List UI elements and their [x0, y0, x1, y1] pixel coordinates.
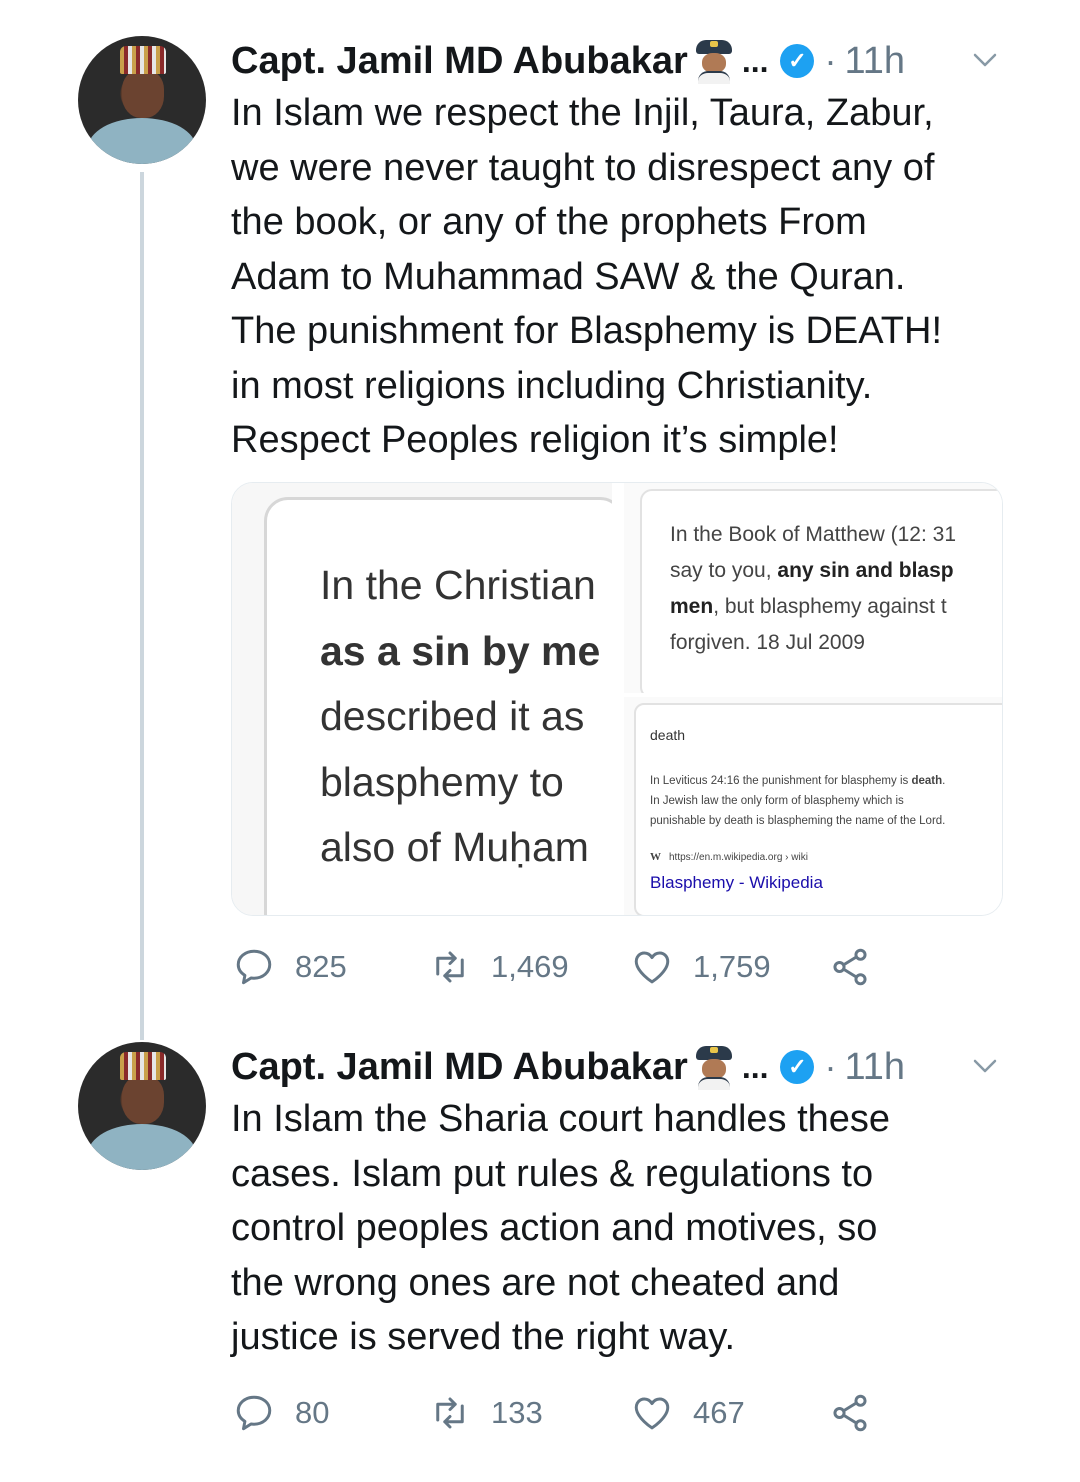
- tweet-actions: 825 1,469 1,759: [231, 942, 931, 992]
- image-text-line: blasphemy to: [320, 758, 564, 805]
- like-button[interactable]: 467: [631, 1388, 745, 1438]
- like-count: 1,759: [693, 949, 771, 984]
- image-link-text: Blasphemy - Wikipedia: [650, 873, 823, 892]
- like-count: 467: [693, 1395, 745, 1430]
- name-truncation: ...: [741, 1048, 769, 1085]
- image-text-line: as a sin by me: [320, 627, 601, 674]
- image-text-line: In Jewish law the only form of blasphemy…: [650, 795, 904, 807]
- separator-dot: ·: [824, 40, 837, 81]
- image-text-line: men, but blasphemy against t: [670, 595, 947, 618]
- share-icon: [833, 1394, 867, 1432]
- image-text-line: punishable by death is blaspheming the n…: [650, 815, 946, 827]
- tweet-text-line: In Islam the Sharia court handles these: [231, 1098, 891, 1140]
- reply-count: 80: [295, 1395, 330, 1430]
- name-truncation: ...: [741, 42, 769, 79]
- tweet-text-line: Respect Peoples religion it’s simple!: [231, 419, 839, 461]
- tweet-header: Capt. Jamil MD Abubakar ... ✓ · 11h: [231, 36, 905, 86]
- chevron-down-icon[interactable]: [970, 45, 1000, 75]
- verified-badge-icon: ✓: [780, 1050, 815, 1084]
- image-text-line: say to you, any sin and blasp: [670, 559, 954, 582]
- image-text-line: described it as: [320, 693, 585, 739]
- heart-icon: [634, 1397, 670, 1430]
- heart-icon: [634, 951, 670, 984]
- tweet-text-line: cases. Islam put rules & regulations to: [231, 1152, 874, 1195]
- reply-icon: [236, 1395, 272, 1431]
- tweet-text-line: Adam to Muhammad SAW & the Quran.: [231, 255, 906, 298]
- thread-connector-line: [140, 172, 144, 1040]
- tweet-header: Capt. Jamil MD Abubakar ... ✓ · 11h: [231, 1042, 905, 1092]
- pilot-emoji-icon: [692, 1044, 736, 1090]
- image-source: Whttps://en.m.wikipedia.org › wiki: [650, 851, 808, 863]
- image-heading: death: [650, 727, 686, 743]
- tweet-text-line: we were never taught to disrespect any o…: [231, 146, 935, 189]
- tweet-text-line: The punishment for Blasphemy is DEATH!: [231, 310, 943, 352]
- reply-button[interactable]: 825: [233, 942, 347, 992]
- image-text-line: In the Book of Matthew (12: 31: [670, 523, 957, 546]
- retweet-icon: [436, 951, 464, 983]
- tweet-text-line: control peoples action and motives, so: [231, 1207, 878, 1249]
- retweet-button[interactable]: 1,469: [429, 942, 569, 992]
- avatar[interactable]: [78, 36, 206, 164]
- tweet-actions: 80 133 467: [231, 1388, 931, 1438]
- share-button[interactable]: [829, 942, 871, 992]
- retweet-icon: [436, 1397, 464, 1429]
- retweet-button[interactable]: 133: [429, 1388, 543, 1438]
- separator-dot: ·: [824, 1046, 837, 1087]
- tweet-text: In Islam the Sharia court handles these …: [231, 1092, 1021, 1365]
- verified-badge-icon: ✓: [780, 44, 815, 78]
- tweet-text: In Islam we respect the Injil, Taura, Za…: [231, 86, 1021, 468]
- tweet-text-line: the book, or any of the prophets From: [231, 201, 867, 243]
- reply-icon: [236, 949, 272, 985]
- image-text-line: also of Muḥam: [320, 824, 589, 870]
- media-image-left[interactable]: In the Christian as a sin by me describe…: [232, 483, 612, 915]
- retweet-count: 133: [491, 1395, 543, 1430]
- tweet-text-line: the wrong ones are not cheated and: [231, 1261, 840, 1304]
- tweet-text-line: justice is served the right way.: [231, 1316, 736, 1358]
- author-name[interactable]: Capt. Jamil MD Abubakar: [231, 40, 688, 83]
- author-name[interactable]: Capt. Jamil MD Abubakar: [231, 1046, 688, 1089]
- image-text-line: forgiven. 18 Jul 2009: [670, 631, 865, 654]
- avatar[interactable]: [78, 1042, 206, 1170]
- pilot-emoji-icon: [692, 38, 736, 84]
- retweet-count: 1,469: [491, 949, 569, 984]
- media-grid[interactable]: In the Christian as a sin by me describe…: [231, 482, 1003, 916]
- chevron-down-icon[interactable]: [970, 1051, 1000, 1081]
- share-button[interactable]: [829, 1388, 871, 1438]
- image-text-line: In Leviticus 24:16 the punishment for bl…: [650, 775, 946, 787]
- reply-count: 825: [295, 949, 347, 984]
- tweet-text-line: in most religions including Christianity…: [231, 364, 873, 407]
- tweet-text-line: In Islam we respect the Injil, Taura, Za…: [231, 92, 934, 134]
- timestamp[interactable]: 11h: [844, 40, 905, 83]
- like-button[interactable]: 1,759: [631, 942, 771, 992]
- media-image-bottom-right[interactable]: death In Leviticus 24:16 the punishment …: [624, 697, 1002, 915]
- timestamp[interactable]: 11h: [844, 1046, 905, 1089]
- share-icon: [833, 948, 867, 986]
- wikipedia-icon: W: [650, 851, 661, 863]
- image-text-line: In the Christian: [320, 562, 596, 608]
- media-image-top-right[interactable]: In the Book of Matthew (12: 31 say to yo…: [624, 483, 1002, 693]
- reply-button[interactable]: 80: [233, 1388, 329, 1438]
